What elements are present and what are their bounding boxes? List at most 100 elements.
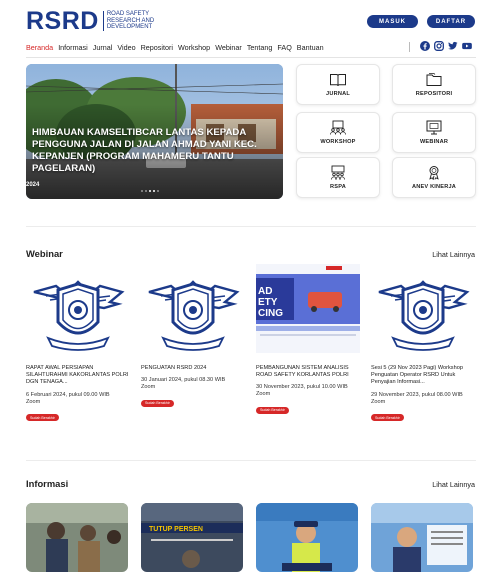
- brand-name: RSRD: [26, 7, 99, 35]
- svg-text:AD: AD: [258, 286, 272, 297]
- main-nav: Beranda Informasi Jurnal Video Repositori Wor…: [26, 43, 329, 52]
- info-card[interactable]: TUTUP PERSEN: [141, 503, 243, 572]
- brand-tagline: ROAD SAFETY RESEARCH AND DEVELOPMENT: [102, 11, 155, 31]
- nav-item-bantuan[interactable]: Bantuan: [297, 43, 324, 52]
- site-header: RSRD ROAD SAFETY RESEARCH AND DEVELOPMEN…: [0, 0, 500, 62]
- quick-link-workshop[interactable]: WORKSHOP: [296, 112, 380, 153]
- tagline-line-3: DEVELOPMENT: [106, 24, 153, 31]
- nav-item-repositori[interactable]: Repositori: [141, 43, 173, 52]
- nav-item-webinar[interactable]: Webinar: [215, 43, 242, 52]
- quick-link-label: WORKSHOP: [320, 139, 356, 145]
- folder-icon: [426, 73, 442, 86]
- login-button[interactable]: MASUK: [367, 15, 418, 28]
- section-divider: [26, 226, 476, 227]
- twitter-icon[interactable]: [448, 41, 458, 51]
- webinar-thumbnail[interactable]: [26, 264, 130, 353]
- nav-item-faq[interactable]: FAQ: [277, 43, 291, 52]
- informasi-heading: Informasi: [26, 478, 69, 489]
- status-badge: Sudah Berakhir: [141, 399, 174, 407]
- quick-link-webinar[interactable]: WEBINAR: [392, 112, 476, 153]
- svg-text:TUTUP PERSEN: TUTUP PERSEN: [149, 526, 203, 533]
- webinar-card[interactable]: RAPAT AWAL PERSIAPAN SILAHTURAHMI KAKORL…: [26, 264, 130, 424]
- quick-link-anev-kinerja[interactable]: ANEV KINERJA: [392, 157, 476, 198]
- slider-dots[interactable]: [141, 190, 159, 192]
- info-thumbnail: [26, 503, 128, 572]
- webinar-date: 30 Januari 2024, pukul 08.30 WIB: [141, 377, 226, 384]
- quick-link-label: RSPA: [330, 184, 346, 190]
- webinar-card[interactable]: Sesi 5 (29 Nov 2023 Pagi) Workshop Pengu…: [371, 264, 475, 424]
- info-card[interactable]: [26, 503, 128, 572]
- informasi-more-link[interactable]: Lihat Lainnya: [432, 480, 475, 489]
- webinar-thumbnail[interactable]: AD ETY CING: [256, 264, 360, 353]
- webinar-title[interactable]: Sesi 5 (29 Nov 2023 Pagi) Workshop Pengu…: [371, 365, 475, 387]
- slider-dot[interactable]: [145, 190, 147, 192]
- webinar-heading: Webinar: [26, 248, 63, 259]
- webinar-mode: Zoom: [371, 398, 386, 405]
- info-thumbnail: [371, 503, 473, 572]
- webinar-card[interactable]: AD ETY CING PEMBANGUNAN SISTEM ANALISIS …: [256, 264, 360, 416]
- award-icon: [429, 166, 439, 180]
- webinar-thumbnail[interactable]: [371, 264, 475, 353]
- facebook-icon[interactable]: [420, 41, 430, 51]
- status-badge: Sudah Berakhir: [26, 414, 59, 422]
- webinar-title[interactable]: PENGUATAN RSRD 2024: [141, 365, 245, 372]
- nav-item-beranda[interactable]: Beranda: [26, 43, 53, 52]
- webinar-mode: Zoom: [256, 391, 271, 398]
- brand-logo[interactable]: RSRD ROAD SAFETY RESEARCH AND DEVELOPMEN…: [26, 7, 155, 35]
- nav-item-tentang[interactable]: Tentang: [247, 43, 273, 52]
- presentation-icon: [330, 120, 346, 135]
- quick-link-rspa[interactable]: RSPA: [296, 157, 380, 198]
- svg-text:ETY: ETY: [258, 297, 278, 308]
- webinar-date: 29 November 2023, pukul 08.00 WIB: [371, 391, 463, 398]
- status-badge: Sudah Berakhir: [256, 406, 289, 414]
- book-icon: [330, 74, 346, 87]
- info-thumbnail: TUTUP PERSEN: [141, 503, 243, 572]
- nav-separator: [409, 42, 410, 52]
- hero-title: HIMBAUAN KAMSELTIBCAR LANTAS KEPADA PENG…: [32, 127, 257, 174]
- slider-dot[interactable]: [157, 190, 159, 192]
- webinar-mode: Zoom: [26, 398, 41, 405]
- slider-dot[interactable]: [141, 190, 143, 192]
- webinar-title[interactable]: RAPAT AWAL PERSIAPAN SILAHTURAHMI KAKORL…: [26, 365, 130, 387]
- webinar-poster-image: AD ETY CING: [256, 264, 360, 353]
- webinar-more-link[interactable]: Lihat Lainnya: [432, 250, 475, 259]
- info-card[interactable]: [256, 503, 358, 572]
- police-emblem-icon: [148, 280, 240, 351]
- section-divider: [26, 460, 476, 461]
- slider-dot[interactable]: [153, 190, 155, 192]
- instagram-icon[interactable]: [434, 41, 444, 51]
- slider-dot-active[interactable]: [149, 190, 151, 192]
- register-button[interactable]: DAFTAR: [427, 15, 475, 28]
- tagline-line-2: RESEARCH AND: [106, 17, 155, 24]
- hero-slider[interactable]: HIMBAUAN KAMSELTIBCAR LANTAS KEPADA PENG…: [26, 64, 283, 199]
- info-card[interactable]: [371, 503, 473, 572]
- webinar-thumbnail[interactable]: [141, 264, 245, 353]
- webinar-card[interactable]: PENGUATAN RSRD 2024 30 Januari 2024, puk…: [141, 264, 245, 409]
- nav-item-jurnal[interactable]: Jurnal: [93, 43, 113, 52]
- youtube-icon[interactable]: [462, 41, 472, 51]
- info-thumbnail: [256, 503, 358, 572]
- status-badge: Sudah Berakhir: [371, 414, 404, 422]
- monitor-icon: [426, 120, 442, 135]
- social-links: [420, 41, 472, 51]
- tagline-line-1: ROAD SAFETY: [106, 11, 150, 18]
- hero-date: 29 Mei 2024: [6, 182, 40, 188]
- quick-link-repositori[interactable]: REPOSITORI: [392, 64, 476, 105]
- quick-link-label: REPOSITORI: [415, 91, 453, 97]
- webinar-title[interactable]: PEMBANGUNAN SISTEM ANALISIS ROAD SAFETY …: [256, 365, 360, 379]
- nav-item-video[interactable]: Video: [117, 43, 135, 52]
- quick-link-label: WEBINAR: [419, 139, 449, 145]
- nav-item-workshop[interactable]: Workshop: [178, 43, 210, 52]
- quick-link-label: JURNAL: [326, 91, 350, 97]
- police-emblem-icon: [33, 280, 125, 351]
- police-emblem-icon: [378, 280, 470, 351]
- quick-link-jurnal[interactable]: JURNAL: [296, 64, 380, 105]
- quick-link-label: ANEV KINERJA: [411, 184, 457, 190]
- group-icon: [331, 165, 345, 180]
- webinar-date: 30 November 2023, pukul 10.00 WIB: [256, 384, 348, 391]
- svg-text:CING: CING: [258, 308, 283, 319]
- webinar-date: 6 Februari 2024, pukul 09.00 WIB: [26, 391, 110, 398]
- nav-divider: [26, 57, 476, 58]
- webinar-mode: Zoom: [141, 384, 156, 391]
- nav-item-informasi[interactable]: Informasi: [58, 43, 88, 52]
